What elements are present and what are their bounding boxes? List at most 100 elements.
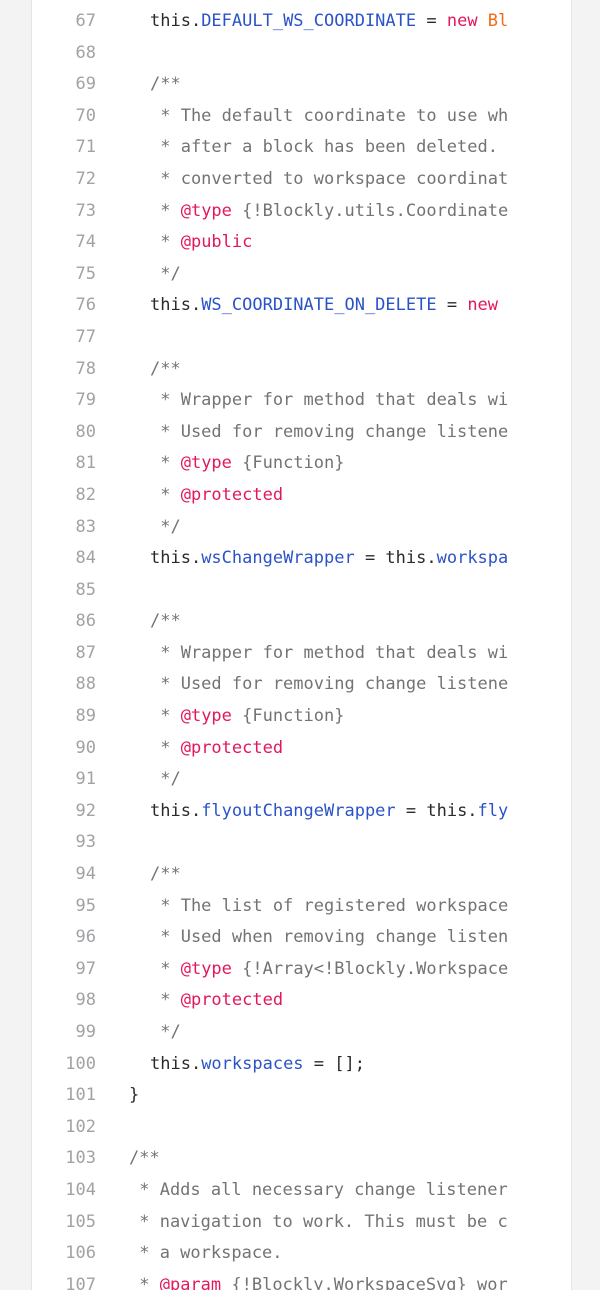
- code-token: * converted to workspace coordinat: [150, 168, 509, 189]
- line-number: 73: [75, 200, 96, 221]
- line-number: 107: [65, 1274, 96, 1290]
- code-line: 89 * @type {Function}: [32, 701, 571, 733]
- code-text: */: [96, 259, 181, 291]
- code-token: *: [150, 706, 181, 727]
- code-token: @type: [180, 706, 232, 727]
- code-token: @public: [180, 232, 253, 253]
- line-number: 92: [75, 800, 96, 821]
- code-token: new: [446, 11, 488, 31]
- code-token: * Wrapper for method that deals wi: [150, 390, 509, 411]
- code-line: 77: [32, 322, 571, 354]
- code-line: 73 * @type {!Blockly.utils.Coordinate: [32, 196, 571, 228]
- code-token: * Used for removing change listene: [150, 421, 509, 442]
- line-number: 84: [75, 548, 96, 569]
- code-line: 88 * Used for removing change listene: [32, 669, 571, 701]
- code-line: 79 * Wrapper for method that deals wi: [32, 385, 571, 417]
- code-token: /**: [129, 1148, 160, 1169]
- code-line: 72 * converted to workspace coordinat: [32, 164, 571, 196]
- code-token: {!Array<!Blockly.Workspace: [231, 958, 509, 979]
- code-token: /**: [150, 864, 181, 885]
- code-line: 84 this.wsChangeWrapper = this.workspa: [32, 543, 571, 575]
- code-line: 86 /**: [32, 606, 571, 638]
- line-number: 95: [75, 895, 96, 916]
- code-token: @protected: [180, 484, 284, 505]
- code-token: /**: [150, 358, 181, 379]
- code-text: * @type {Function}: [96, 448, 345, 480]
- code-text: /**: [96, 1143, 160, 1175]
- code-text: * Used when removing change listen: [96, 922, 508, 954]
- code-token: * Used when removing change listen: [150, 927, 509, 948]
- line-number: 77: [75, 326, 96, 347]
- code-token: * The default coordinate to use wh: [150, 105, 509, 126]
- code-token: =: [436, 295, 468, 316]
- code-token: * Used for removing change listene: [150, 674, 509, 695]
- code-text: * after a block has been deleted.: [96, 132, 498, 164]
- code-token: * Wrapper for method that deals wi: [150, 642, 509, 663]
- line-number: 79: [75, 390, 96, 411]
- code-token: @type: [180, 200, 232, 221]
- code-text: * @param {!Blockly.WorkspaceSvg} wor: [96, 1270, 507, 1290]
- code-token: = [];: [303, 1053, 365, 1074]
- code-text: * Wrapper for method that deals wi: [96, 638, 508, 670]
- code-token: */: [150, 263, 181, 284]
- code-viewer: 67 this.DEFAULT_WS_COORDINATE = new Bl 68 6…: [31, 0, 572, 1290]
- code-text: * @type {!Array<!Blockly.Workspace: [96, 954, 508, 986]
- code-token: * The list of registered workspace: [150, 895, 509, 916]
- code-line: 76 this.WS_COORDINATE_ON_DELETE = new: [32, 290, 571, 322]
- code-text: * Used for removing change listene: [96, 669, 508, 701]
- line-number: 81: [75, 453, 96, 474]
- code-token: @type: [180, 453, 232, 474]
- code-token: *: [150, 958, 181, 979]
- code-text: this.flyoutChangeWrapper = this.fly: [96, 796, 508, 828]
- line-number: 97: [75, 958, 96, 979]
- code-token: /**: [150, 74, 181, 95]
- code-token: this.: [150, 800, 202, 821]
- code-line: 95 * The list of registered workspace: [32, 891, 571, 923]
- line-number: 68: [75, 42, 96, 63]
- line-number: 103: [65, 1148, 96, 1169]
- code-text: */: [96, 1017, 181, 1049]
- code-text: * The list of registered workspace: [96, 891, 508, 923]
- code-text: * a workspace.: [96, 1238, 282, 1270]
- code-text: /**: [96, 69, 181, 101]
- code-token: * Adds all necessary change listener: [129, 1179, 508, 1200]
- code-token: @protected: [180, 737, 284, 758]
- code-line: 74 * @public: [32, 227, 571, 259]
- code-line: 90 * @protected: [32, 733, 571, 765]
- code-line: 103 /**: [32, 1143, 571, 1175]
- code-token: *: [150, 484, 181, 505]
- code-token: *: [150, 232, 181, 253]
- code-token: new: [467, 295, 499, 316]
- code-line: 70 * The default coordinate to use wh: [32, 101, 571, 133]
- code-line: 107 * @param {!Blockly.WorkspaceSvg} wor: [32, 1270, 571, 1290]
- code-token: fly: [477, 800, 509, 821]
- code-line: 100 this.workspaces = [];: [32, 1049, 571, 1081]
- code-line: 104 * Adds all necessary change listener: [32, 1175, 571, 1207]
- code-token: @param: [159, 1274, 222, 1290]
- code-token: *: [150, 737, 181, 758]
- code-line: 68: [32, 38, 571, 70]
- code-token: wsChangeWrapper: [201, 548, 355, 569]
- line-number: 88: [75, 674, 96, 695]
- line-number: 89: [75, 706, 96, 727]
- code-token: Bl: [487, 11, 509, 31]
- line-number: 82: [75, 484, 96, 505]
- code-token: @protected: [180, 990, 284, 1011]
- code-text: * Used for removing change listene: [96, 417, 508, 449]
- code-token: flyoutChangeWrapper: [201, 800, 396, 821]
- code-text: this.DEFAULT_WS_COORDINATE = new Bl: [96, 6, 508, 38]
- code-token: */: [150, 1022, 181, 1042]
- code-line: 97 * @type {!Array<!Blockly.Workspace: [32, 954, 571, 986]
- code-line: 94 /**: [32, 859, 571, 891]
- code-token: * navigation to work. This must be c: [129, 1211, 508, 1232]
- code-token: {Function}: [231, 453, 345, 474]
- code-text: this.workspaces = [];: [96, 1049, 365, 1081]
- code-line: 69 /**: [32, 69, 571, 101]
- line-number: 98: [75, 990, 96, 1011]
- code-line: 106 * a workspace.: [32, 1238, 571, 1270]
- code-line: 98 * @protected: [32, 985, 571, 1017]
- code-line: 75 */: [32, 259, 571, 291]
- code-text: * @type {!Blockly.utils.Coordinate: [96, 196, 508, 228]
